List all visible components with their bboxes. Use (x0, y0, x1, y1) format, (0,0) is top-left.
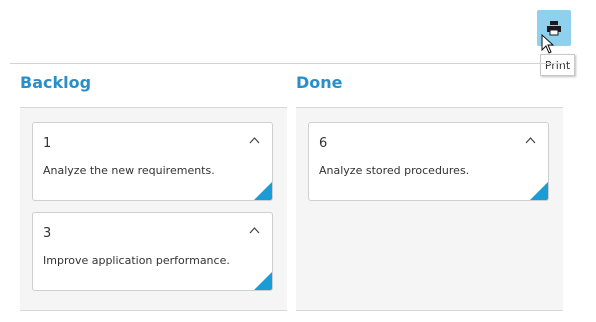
column-header-backlog: Backlog (20, 73, 92, 92)
kanban-card[interactable]: 6 Analyze stored procedures. (308, 122, 549, 201)
column-header-done: Done (296, 73, 343, 92)
card-id: 6 (319, 136, 328, 151)
mouse-cursor-icon (541, 34, 555, 54)
chevron-up-icon[interactable] (249, 136, 260, 144)
chevron-up-icon[interactable] (525, 136, 536, 144)
card-corner-indicator (254, 182, 272, 200)
card-id: 3 (43, 226, 52, 241)
column-backlog: 1 Analyze the new requirements. 3 Improv… (20, 107, 287, 311)
card-text: Improve application performance. (43, 254, 230, 267)
column-done: 6 Analyze stored procedures. (296, 107, 563, 311)
chevron-up-icon[interactable] (249, 226, 260, 234)
card-text: Analyze stored procedures. (319, 164, 470, 177)
kanban-card[interactable]: 3 Improve application performance. (32, 212, 273, 291)
card-corner-indicator (530, 182, 548, 200)
kanban-card[interactable]: 1 Analyze the new requirements. (32, 122, 273, 201)
card-corner-indicator (254, 272, 272, 290)
print-tooltip: Print (540, 54, 575, 76)
card-id: 1 (43, 136, 52, 151)
header-divider (10, 63, 563, 64)
card-text: Analyze the new requirements. (43, 164, 215, 177)
